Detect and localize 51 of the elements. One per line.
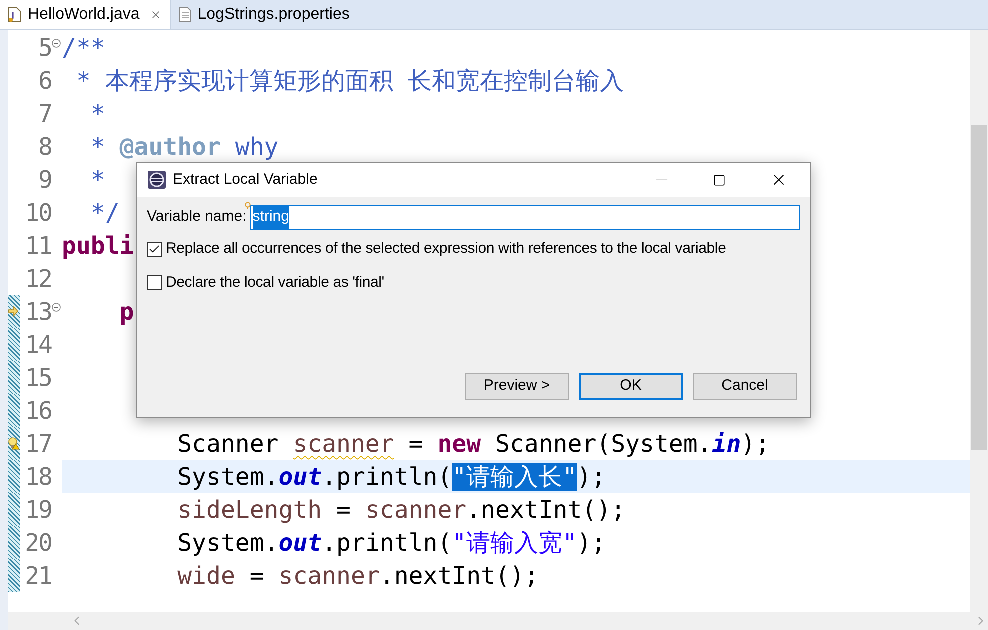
code-line: System.out.println("请输入长"); bbox=[176, 464, 606, 488]
line-number: 16 bbox=[25, 398, 52, 422]
fold-icon[interactable] bbox=[52, 39, 61, 48]
dialog-button[interactable]: OK bbox=[579, 373, 683, 400]
code-line: /** bbox=[62, 36, 106, 60]
fold-icon[interactable] bbox=[52, 303, 61, 312]
line-number: 8 bbox=[38, 134, 52, 158]
line-number: 9 bbox=[38, 168, 52, 192]
dialog-title: Extract Local Variable bbox=[173, 170, 318, 190]
code-line: wide = scanner.nextInt(); bbox=[176, 564, 539, 588]
java-file-icon bbox=[8, 6, 22, 22]
option-label: Replace all occurrences of the selected expression with references to the local variable bbox=[166, 239, 726, 259]
code-line: System.out.println("请输入宽"); bbox=[176, 530, 606, 554]
line-number: 21 bbox=[25, 564, 52, 588]
line-number: 14 bbox=[25, 332, 52, 356]
line-number: 12 bbox=[25, 266, 52, 290]
line-number: 17 bbox=[25, 432, 52, 456]
line-number: 7 bbox=[38, 102, 52, 126]
editor-tab[interactable]: LogStrings.properties bbox=[170, 0, 358, 29]
code-line: * bbox=[90, 102, 106, 126]
maximize-icon[interactable] bbox=[713, 174, 726, 186]
code-line: * @author why bbox=[90, 134, 279, 158]
line-number: 11 bbox=[25, 234, 52, 258]
dialog-button[interactable]: Cancel bbox=[693, 373, 797, 400]
code-line: Scanner scanner = new Scanner(System.in); bbox=[176, 432, 770, 456]
file-icon bbox=[178, 6, 192, 22]
code-line: sideLength = scanner.nextInt(); bbox=[176, 498, 626, 522]
option-label: Declare the local variable as 'final' bbox=[166, 272, 384, 292]
line-number: 18 bbox=[25, 464, 52, 488]
field-label: Variable name: bbox=[147, 207, 247, 228]
code-line: */ bbox=[90, 200, 120, 224]
variable-name-field[interactable]: string bbox=[250, 205, 800, 230]
code-line: * 本程序实现计算矩形的面积 长和宽在控制台输入 bbox=[75, 68, 624, 92]
code-line: p bbox=[118, 300, 134, 324]
line-number: 20 bbox=[25, 530, 52, 554]
editor-tab[interactable]: HelloWorld.java bbox=[0, 0, 171, 29]
line-number: 10 bbox=[25, 200, 52, 224]
line-number: 15 bbox=[25, 366, 52, 390]
vertical-scrollbar[interactable] bbox=[970, 30, 988, 612]
scrollbar-thumb[interactable] bbox=[971, 125, 987, 450]
line-number: 13 bbox=[25, 300, 52, 324]
checkbox[interactable] bbox=[147, 275, 162, 290]
dialog-button[interactable]: Preview > bbox=[465, 373, 569, 400]
line-number: 6 bbox=[38, 68, 52, 92]
checkbox[interactable] bbox=[147, 242, 162, 257]
code-line: * bbox=[90, 168, 106, 192]
line-number: 19 bbox=[25, 498, 52, 522]
line-number: 5 bbox=[38, 36, 52, 60]
lightbulb-icon bbox=[244, 202, 251, 210]
code-line: publi bbox=[62, 234, 134, 258]
app-icon bbox=[147, 170, 167, 190]
